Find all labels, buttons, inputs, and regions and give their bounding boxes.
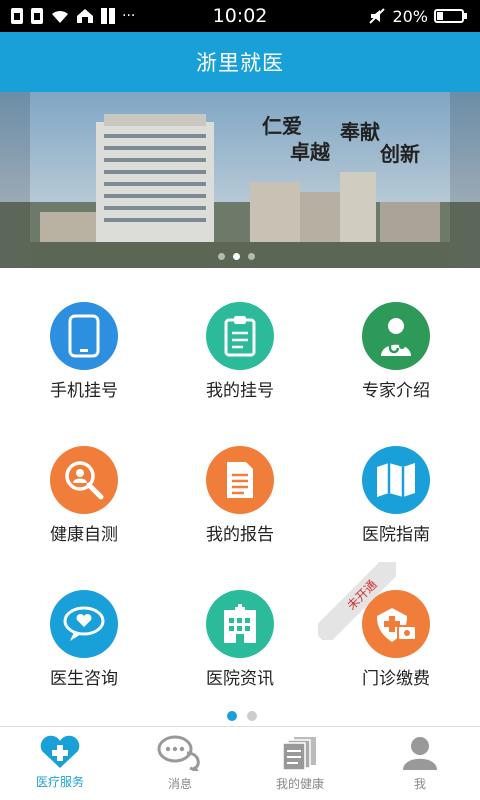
documents-icon [282,737,316,771]
banner-slogan-2: 奉献 [340,120,380,144]
menu-label: 我的挂号 [206,381,274,401]
banner-slogan-4: 创新 [380,142,420,166]
not-open-ribbon: 未开通 [318,562,396,640]
more-notifications: ··· [122,8,136,24]
clock: 10:02 [212,5,268,27]
heart-plus-icon [40,735,80,768]
tab-label: 我的健康 [275,777,324,791]
battery-icon [434,9,467,23]
menu-label: 医生咨询 [50,669,118,689]
menu-health-selftest[interactable]: 健康自测 [4,412,164,552]
clipboard-icon [206,302,274,370]
menu-mobile-registration[interactable]: 手机挂号 [4,268,164,408]
menu-hospital-news[interactable]: 医院资讯 [160,556,320,696]
menu-label: 门诊缴费 [362,669,430,689]
banner-carousel[interactable]: 仁爱 奉献 卓越 创新 [0,92,480,268]
status-bar: ··· 10:02 20% [0,0,480,32]
menu-expert-intro[interactable]: 专家介绍 [316,268,476,408]
wifi-icon [52,10,68,23]
service-menu: 手机挂号 我的挂号 专家介绍 健康自测 我的报告 医院指南 医生咨询 医院资讯 … [0,268,480,704]
banner-indicator [218,253,255,260]
map-icon [362,446,430,514]
banner-slogan-3: 卓越 [290,140,330,164]
status-icons-left: ··· [0,7,180,25]
page-dot-active[interactable] [227,711,237,721]
menu-page-indicator [227,711,257,721]
person-icon [403,737,437,770]
page-dot[interactable] [247,711,257,721]
sim-icon [11,8,23,24]
notes-icon [101,8,115,24]
banner-dot[interactable] [248,253,255,260]
banner-slogan-1: 仁爱 [262,114,302,138]
app-header: 浙里就医 [0,32,480,92]
tab-messages[interactable]: 消息 [120,727,240,800]
chat-heart-icon [50,590,118,658]
tab-label: 我 [413,777,426,791]
phone-icon [50,302,118,370]
search-person-icon [50,446,118,514]
menu-doctor-consult[interactable]: 医生咨询 [4,556,164,696]
menu-my-report[interactable]: 我的报告 [160,412,320,552]
doctor-icon [362,302,430,370]
bottom-tab-bar: 医疗服务 消息 我的健康 我 [0,726,480,800]
menu-label: 我的报告 [206,525,274,545]
report-icon [206,446,274,514]
banner-image [0,92,480,268]
status-icons-right: 20% [300,7,480,26]
not-open-label: 未开通 [318,562,396,640]
menu-hospital-guide[interactable]: 医院指南 [316,412,476,552]
tab-my-health[interactable]: 我的健康 [240,727,360,800]
menu-label: 专家介绍 [362,381,430,401]
menu-label: 医院资讯 [206,669,274,689]
menu-my-registration[interactable]: 我的挂号 [160,268,320,408]
battery-percent: 20% [392,6,428,26]
mute-icon [369,8,386,24]
home-icon [77,9,93,23]
sim-icon [31,8,43,24]
banner-dot-active[interactable] [233,253,240,260]
tab-me[interactable]: 我 [360,727,480,800]
hospital-icon [206,590,274,658]
menu-label: 医院指南 [362,525,430,545]
tab-label: 消息 [167,777,192,791]
menu-label: 手机挂号 [50,381,118,401]
banner-dot[interactable] [218,253,225,260]
menu-label: 健康自测 [50,525,118,545]
tab-label: 医疗服务 [35,775,84,789]
tab-medical-service[interactable]: 医疗服务 [0,727,120,800]
message-icon [157,735,200,771]
page-title: 浙里就医 [196,51,284,75]
